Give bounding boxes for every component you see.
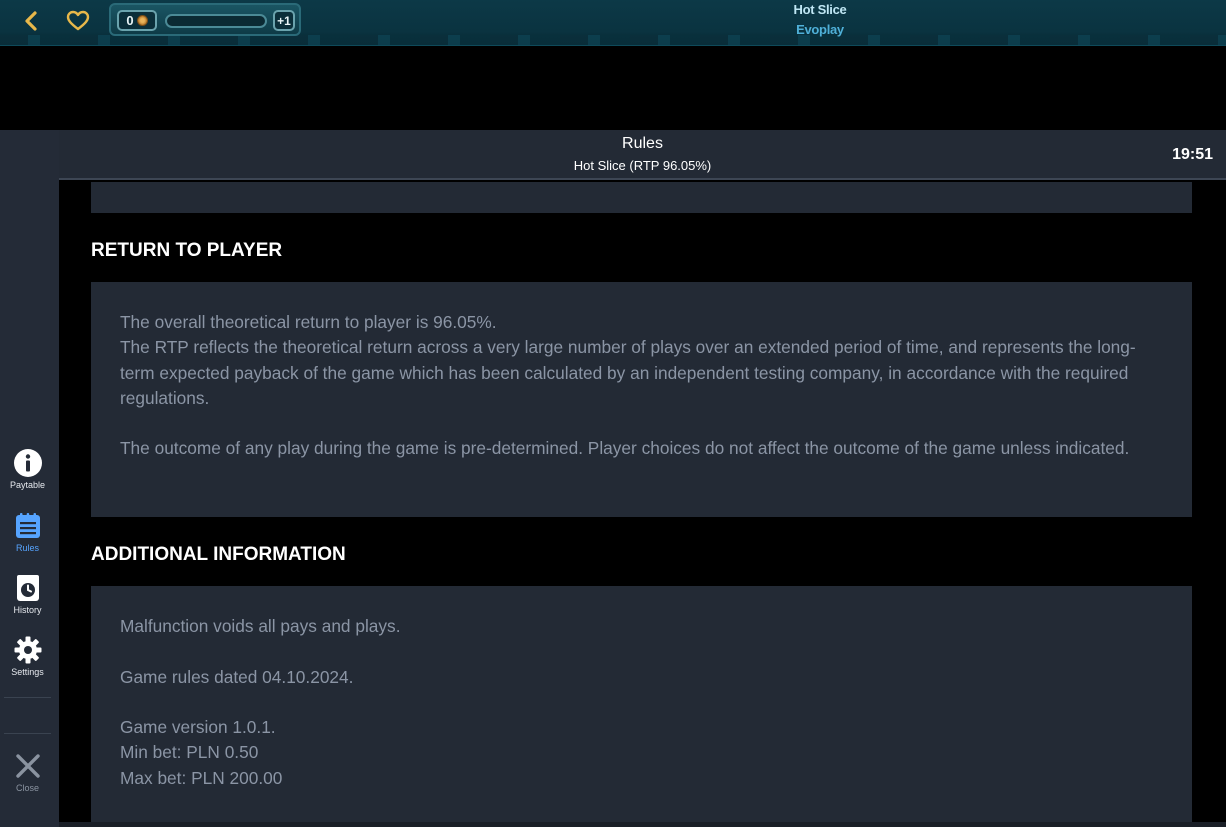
progress-bar (165, 14, 267, 28)
favorite-button[interactable] (64, 8, 92, 34)
rules-content[interactable]: RETURN TO PLAYER The overall theoretical… (59, 182, 1226, 822)
rtp-line: The overall theoretical return to player… (120, 312, 497, 332)
coin-count: 0 (126, 13, 134, 28)
info-text: Game rules dated 04.10.2024. (120, 667, 354, 687)
sidebar-item-settings[interactable]: Settings (0, 635, 55, 677)
bottom-strip (59, 822, 1226, 827)
top-bar: 0 +1 Hot Slice Evoplay (0, 0, 1226, 46)
decorative-wave (0, 35, 1226, 45)
rules-header: Rules Hot Slice (RTP 96.05%) 19:51 (59, 130, 1226, 180)
coin-icon (136, 15, 148, 26)
sidebar-item-label: History (13, 605, 42, 615)
heart-icon (66, 10, 90, 31)
back-button[interactable] (18, 8, 44, 34)
sidebar-item-history[interactable]: History (0, 573, 55, 615)
info-line: Game version 1.0.1. (120, 717, 276, 737)
rtp-paragraph: The overall theoretical return to player… (120, 310, 1160, 411)
reward-progress[interactable]: 0 +1 (109, 3, 301, 36)
info-text: Game version 1.0.1. Min bet: PLN 0.50 Ma… (120, 715, 1160, 791)
close-label: Close (15, 783, 39, 793)
sidebar-item-label: Rules (15, 543, 39, 553)
gear-icon (14, 636, 41, 664)
sidebar-item-paytable[interactable]: Paytable (0, 448, 55, 490)
rules-icon (15, 513, 40, 538)
previous-section-panel (91, 182, 1192, 213)
page-subtitle: Hot Slice (RTP 96.05%) (573, 158, 712, 173)
rtp-panel: The overall theoretical return to player… (91, 282, 1192, 517)
rtp-paragraph: The outcome of any play during the game … (120, 438, 1130, 458)
info-text: Malfunction voids all pays and plays. (120, 616, 401, 636)
coin-counter: 0 (117, 10, 157, 31)
sidebar-item-label: Settings (11, 667, 44, 677)
close-button[interactable]: Close (0, 751, 55, 793)
info-line: Max bet: PLN 200.00 (120, 767, 283, 788)
clock: 19:51 (1172, 146, 1213, 163)
sidebar: Paytable Rules History Settings Close (0, 130, 59, 827)
info-icon (13, 449, 42, 477)
game-title: Hot Slice (793, 2, 847, 17)
section-heading-info: ADDITIONAL INFORMATION (91, 544, 346, 565)
history-icon (16, 575, 39, 601)
rtp-line: The RTP reflects the theoretical return … (120, 337, 1136, 408)
chevron-left-icon (25, 11, 37, 31)
game-provider: Evoplay (796, 22, 844, 37)
sidebar-divider (4, 697, 51, 698)
info-panel: Malfunction voids all pays and plays. Ga… (91, 586, 1192, 822)
plus-badge: +1 (273, 10, 295, 31)
sidebar-item-rules[interactable]: Rules (0, 511, 55, 553)
section-heading-rtp: RETURN TO PLAYER (91, 240, 283, 261)
sidebar-item-label: Paytable (9, 480, 46, 490)
close-icon (15, 754, 40, 778)
info-line: Min bet: PLN 0.50 (120, 742, 259, 763)
page-title: Rules (622, 135, 663, 152)
sidebar-divider (4, 733, 51, 734)
